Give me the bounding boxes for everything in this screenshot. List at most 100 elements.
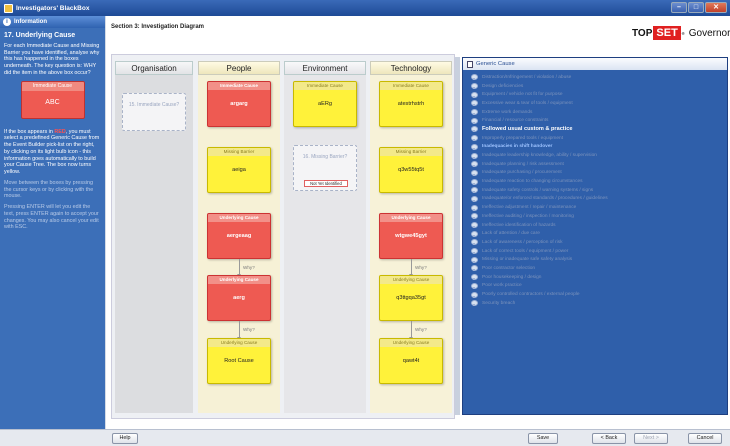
card-technology-underlying-cause-3[interactable]: Underlying Cause qawt4t: [379, 338, 443, 384]
sample-card-header: Immediate Cause: [21, 81, 84, 91]
generic-cause-label: Design deficiencies: [482, 83, 524, 89]
generic-cause-item[interactable]: Financial / resource constraints: [471, 116, 727, 125]
generic-cause-item[interactable]: Missing or inadequate safe safety analys…: [471, 255, 727, 264]
next-button[interactable]: Next >: [634, 433, 668, 444]
placeholder-missing-barrier[interactable]: 16. Missing Barrier? Not Yet Identified: [293, 145, 357, 191]
light-bulb-icon[interactable]: [471, 135, 478, 142]
generic-cause-item[interactable]: Poor housekeeping / design: [471, 273, 727, 282]
generic-cause-label: Lack of awareness / perception of risk: [482, 239, 563, 245]
generic-cause-header: Generic Cause: [463, 58, 727, 70]
light-bulb-icon[interactable]: [471, 222, 478, 229]
light-bulb-icon[interactable]: [471, 282, 478, 289]
light-bulb-icon[interactable]: [471, 91, 478, 98]
light-bulb-icon[interactable]: [471, 204, 478, 211]
maximize-icon[interactable]: □: [688, 2, 704, 13]
card-technology-immediate-cause[interactable]: Immediate Cause atestrhstrh: [379, 81, 443, 127]
generic-cause-item[interactable]: Security breach: [471, 299, 727, 308]
card-people-immediate-cause[interactable]: Immediate Cause argarg: [207, 81, 271, 127]
arrow-down-icon: [409, 259, 413, 277]
generic-cause-label: Missing or inadequate safe safety analys…: [482, 257, 573, 263]
light-bulb-icon[interactable]: [471, 274, 478, 281]
card-people-underlying-cause-2[interactable]: Underlying Cause aerg: [207, 275, 271, 321]
generic-cause-item[interactable]: Equipment / vehicle not fit for purpose: [471, 90, 727, 99]
light-bulb-icon[interactable]: [471, 248, 478, 255]
light-bulb-icon[interactable]: [471, 169, 478, 176]
save-button[interactable]: Save: [528, 433, 558, 444]
generic-cause-item[interactable]: Lack of attention / due care: [471, 229, 727, 238]
card-people-underlying-cause-1[interactable]: Underlying Cause aergeaag: [207, 213, 271, 259]
generic-cause-item[interactable]: Lack of awareness / perception of risk: [471, 238, 727, 247]
cancel-button[interactable]: Cancel: [688, 433, 722, 444]
light-bulb-icon[interactable]: [471, 126, 478, 133]
card-people-underlying-cause-3[interactable]: Underlying Cause Root Cause: [207, 338, 271, 384]
light-bulb-icon[interactable]: [471, 74, 478, 81]
generic-cause-item[interactable]: Inadequate purchasing / procurement: [471, 169, 727, 178]
light-bulb-icon[interactable]: [471, 178, 478, 185]
generic-cause-item[interactable]: Inadequacies in shift handover: [471, 143, 727, 152]
light-bulb-icon[interactable]: [471, 109, 478, 116]
generic-cause-item[interactable]: Extreme work demands: [471, 108, 727, 117]
generic-cause-item[interactable]: Improperly prepared tools / equipment: [471, 134, 727, 143]
light-bulb-icon[interactable]: [471, 213, 478, 220]
investigation-diagram: Organisation 15. Immediate Cause? People…: [111, 54, 455, 419]
light-bulb-icon[interactable]: [471, 300, 478, 307]
column-environment: Environment Immediate Cause aERg 16. Mis…: [284, 61, 366, 413]
why-label: Why?: [243, 327, 255, 332]
diagram-scrollbar[interactable]: [455, 57, 460, 415]
generic-cause-item[interactable]: Inadequate safety controls / warning sys…: [471, 186, 727, 195]
minimize-icon[interactable]: –: [671, 2, 687, 13]
generic-cause-item[interactable]: Inadequate reaction to changing circumst…: [471, 177, 727, 186]
generic-cause-item[interactable]: Poor work practice: [471, 282, 727, 291]
information-body: 17. Underlying Cause For each Immediate …: [0, 28, 105, 238]
generic-cause-item[interactable]: Ineffective auditing / inspection / moni…: [471, 212, 727, 221]
brand-logo: TOP SET ® Governor: [632, 26, 730, 40]
footer-bar: Help Save < Back Next > Cancel: [0, 429, 730, 446]
generic-cause-item[interactable]: Poor contractor selection: [471, 264, 727, 273]
generic-cause-item[interactable]: Inadequate planning / risk assessment: [471, 160, 727, 169]
generic-cause-item[interactable]: Ineffective adjustment / repair / mainte…: [471, 203, 727, 212]
window-title: Investigators' BlackBox: [16, 4, 90, 12]
generic-cause-label: Inadequate planning / risk assessment: [482, 161, 564, 167]
placeholder-immediate-cause[interactable]: 15. Immediate Cause?: [122, 93, 186, 131]
light-bulb-icon[interactable]: [471, 143, 478, 150]
column-people: People Immediate Cause argarg Missing Ba…: [198, 61, 280, 413]
card-people-missing-barrier[interactable]: Missing Barrier aeiga: [207, 147, 271, 193]
light-bulb-icon[interactable]: [471, 230, 478, 237]
light-bulb-icon[interactable]: [471, 239, 478, 246]
information-panel: i Information 17. Underlying Cause For e…: [0, 16, 105, 429]
generic-cause-item[interactable]: Lack of correct tools / equipment / powe…: [471, 247, 727, 256]
generic-cause-item[interactable]: Poorly controlled contractors / external…: [471, 290, 727, 299]
generic-cause-item[interactable]: Distraction/Infringement / violation / a…: [471, 73, 727, 82]
light-bulb-icon[interactable]: [471, 256, 478, 263]
light-bulb-icon[interactable]: [471, 117, 478, 124]
generic-cause-label: Improperly prepared tools / equipment: [482, 135, 564, 141]
generic-cause-item[interactable]: Excessive wear & tear of tools / equipme…: [471, 99, 727, 108]
light-bulb-icon[interactable]: [471, 291, 478, 298]
generic-cause-item[interactable]: Inadequate leadership knowledge, ability…: [471, 151, 727, 160]
notepad-icon: [467, 60, 473, 68]
light-bulb-icon[interactable]: [471, 161, 478, 168]
card-technology-underlying-cause-2[interactable]: Underlying Cause q3ttgqa35gt: [379, 275, 443, 321]
close-icon[interactable]: ✕: [705, 2, 727, 13]
back-button[interactable]: < Back: [592, 433, 626, 444]
generic-cause-item[interactable]: Followed usual custom & practice: [471, 125, 727, 134]
light-bulb-icon[interactable]: [471, 265, 478, 272]
generic-cause-item[interactable]: Ineffective identification of hazards: [471, 221, 727, 230]
generic-cause-panel: Generic Cause Distraction/Infringement /…: [462, 57, 728, 415]
light-bulb-icon[interactable]: [471, 195, 478, 202]
light-bulb-icon[interactable]: [471, 152, 478, 159]
generic-cause-label: Security breach: [482, 300, 516, 306]
generic-cause-item[interactable]: Inadequate/or enforced standards / proce…: [471, 195, 727, 204]
generic-cause-label: Financial / resource constraints: [482, 118, 549, 124]
card-environment-immediate-cause[interactable]: Immediate Cause aERg: [293, 81, 357, 127]
help-button[interactable]: Help: [112, 433, 138, 444]
card-technology-missing-barrier[interactable]: Missing Barrier q3w55tq5t: [379, 147, 443, 193]
card-technology-underlying-cause-1[interactable]: Underlying Cause wtgwe45gyt: [379, 213, 443, 259]
light-bulb-icon[interactable]: [471, 83, 478, 90]
generic-cause-label: Inadequacies in shift handover: [482, 144, 553, 150]
column-header-organisation: Organisation: [115, 61, 193, 75]
generic-cause-item[interactable]: Design deficiencies: [471, 82, 727, 91]
light-bulb-icon[interactable]: [471, 100, 478, 107]
info-icon: i: [3, 18, 11, 26]
light-bulb-icon[interactable]: [471, 187, 478, 194]
